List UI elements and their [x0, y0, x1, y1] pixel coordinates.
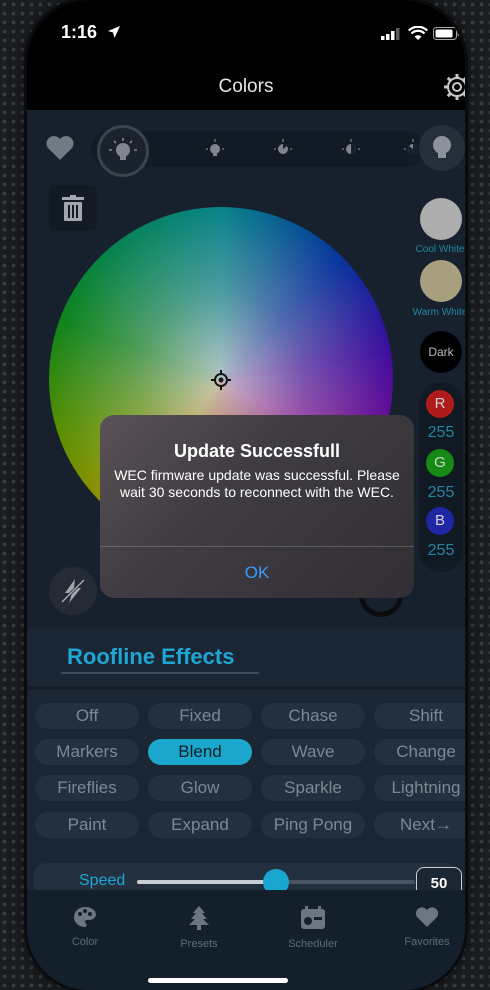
gear-icon[interactable] — [442, 72, 465, 102]
palette-icon — [74, 907, 96, 927]
speed-slider-fill — [137, 880, 276, 884]
status-time: 1:16 — [61, 22, 98, 42]
alert-title: Update Successfull — [173, 441, 341, 461]
effect-fixed-button[interactable]: Fixed — [148, 703, 252, 729]
wifi-icon — [408, 26, 428, 40]
tab-bar: Color Presets Scheduler Favorites — [27, 890, 465, 990]
heart-icon — [415, 907, 439, 927]
effect-paint-button[interactable]: Paint — [35, 812, 139, 838]
tab-scheduler-label: Scheduler — [288, 938, 338, 950]
alert-message: WEC firmware update was successful. Plea… — [114, 467, 400, 500]
tab-favorites-label: Favorites — [404, 936, 450, 948]
nav-bar: Colors — [27, 66, 465, 110]
effect-fireflies-button[interactable]: Fireflies — [35, 775, 139, 801]
effect-chase-button[interactable]: Chase — [261, 703, 365, 729]
tab-presets[interactable]: Presets — [154, 906, 244, 950]
effects-divider — [27, 686, 465, 690]
tree-icon — [189, 906, 209, 930]
alert-dialog: Update Successfull WEC firmware update w… — [100, 415, 414, 598]
effects-title-underline — [61, 672, 259, 674]
arrow-right-icon: → — [434, 815, 452, 834]
status-bar: 1:16 — [27, 0, 465, 66]
effects-title: Roofline Effects — [67, 644, 235, 669]
effects-panel: Roofline Effects Off Fixed Chase Shift Marke… — [27, 628, 465, 890]
effect-blend-button[interactable]: Blend — [148, 739, 252, 765]
effect-ping-pong-button[interactable]: Ping Pong — [261, 812, 365, 838]
phone-screen: 1:16 Colors Cool White Warm White Dark R… — [27, 0, 465, 990]
tab-color[interactable]: Color — [40, 906, 130, 948]
effect-expand-button[interactable]: Expand — [148, 812, 252, 838]
tab-color-label: Color — [71, 936, 99, 948]
effect-sparkle-button[interactable]: Sparkle — [261, 775, 365, 801]
speed-slider[interactable] — [137, 869, 415, 895]
effect-lightning-button[interactable]: Lightning — [374, 775, 465, 801]
effect-glow-button[interactable]: Glow — [148, 775, 252, 801]
location-arrow-icon — [108, 26, 120, 38]
effect-off-button[interactable]: Off — [35, 703, 139, 729]
effect-markers-button[interactable]: Markers — [35, 739, 139, 765]
tab-presets-label: Presets — [180, 938, 218, 950]
effect-change-button[interactable]: Change — [374, 739, 465, 765]
speed-label: Speed — [79, 872, 126, 889]
alert-ok-button[interactable]: OK — [100, 547, 414, 598]
tab-scheduler[interactable]: Scheduler — [268, 906, 358, 950]
tab-favorites[interactable]: Favorites — [382, 906, 465, 948]
calendar-clock-icon — [301, 906, 325, 929]
signal-icon — [381, 28, 400, 40]
home-indicator[interactable] — [148, 978, 288, 983]
page-title: Colors — [218, 76, 274, 97]
effect-next-button[interactable]: Next→ — [374, 812, 465, 838]
effect-shift-button[interactable]: Shift — [374, 703, 465, 729]
battery-icon — [433, 27, 460, 40]
effect-wave-button[interactable]: Wave — [261, 739, 365, 765]
